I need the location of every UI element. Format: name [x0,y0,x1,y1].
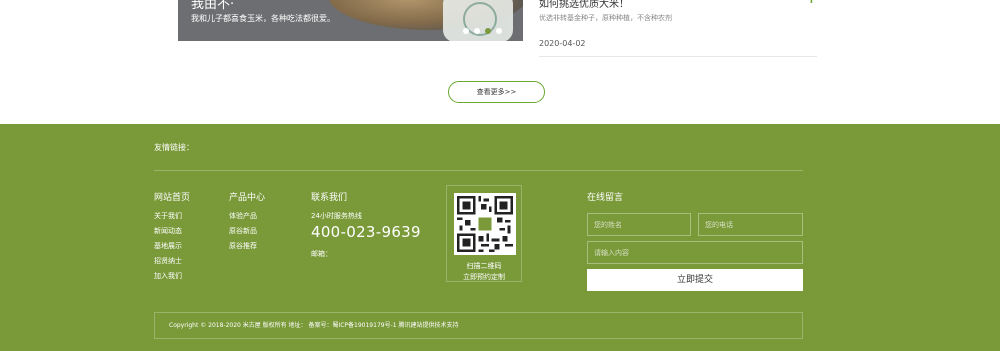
hotline-number: 400-023-9639 [311,223,421,241]
footer-link-base[interactable]: 基地展示 [154,241,190,251]
footer-nav-products: 产品中心 体验产品 原谷新品 原谷推荐 [229,190,265,256]
qr-code [454,193,516,255]
qr-code-icon [457,196,513,252]
carousel-dot-active[interactable] [485,28,491,34]
footer-link-news[interactable]: 新闻动态 [154,226,190,236]
footer-nav-home: 网站首页 关于我们 新闻动态 基地展示 招贤纳士 加入我们 [154,190,190,286]
carousel-dot[interactable] [474,28,480,34]
footer-heading-home[interactable]: 网站首页 [154,190,190,203]
plus-icon[interactable]: + [806,0,817,7]
qr-code-panel: 扫描二维码 立即预约定制 [446,185,522,282]
news-title[interactable]: 如何挑选优质大米！ [539,0,629,10]
message-form-title: 在线留言 [587,193,624,203]
phone-input[interactable] [698,213,803,236]
submit-button[interactable]: 立即提交 [587,269,803,291]
carousel-slide[interactable]: 我由不· 我和儿子都喜食玉米，各种吃法都很爱。 [178,0,523,41]
friend-links-label: 友情链接： [154,143,194,152]
hotline-label: 24小时服务热线 [311,212,362,220]
footer-heading-products[interactable]: 产品中心 [229,190,265,203]
carousel-dot[interactable] [463,28,469,34]
message-input[interactable] [587,241,803,264]
footer-link-new[interactable]: 原谷新品 [229,226,265,236]
name-input[interactable] [587,213,691,236]
copyright-bar: Copyright © 2018-2020 米古屋 版权所有 地址： 备案号：蜀… [154,312,803,339]
content-section: 我由不· 我和儿子都喜食玉米，各种吃法都很爱。 如何挑选优质大米！ + 优选非转… [0,0,1000,124]
footer-link-join[interactable]: 加入我们 [154,271,190,281]
footer-link-recommend[interactable]: 原谷推荐 [229,241,265,251]
qr-subcaption: 立即预约定制 [463,273,505,281]
footer-link-jobs[interactable]: 招贤纳士 [154,256,190,266]
divider [154,170,803,171]
footer-link-about[interactable]: 关于我们 [154,211,190,221]
qr-caption: 扫描二维码 [466,262,502,270]
footer-heading-contact[interactable]: 联系我们 [311,190,421,203]
carousel-dot[interactable] [496,28,502,34]
news-date: 2020-04-02 [539,39,586,48]
footer: 友情链接： 网站首页 关于我们 新闻动态 基地展示 招贤纳士 加入我们 产品中心… [0,124,1000,351]
email-label: 邮箱： [311,250,332,258]
slide-caption: 我和儿子都喜食玉米，各种吃法都很爱。 [191,14,335,23]
footer-link-trial[interactable]: 体验产品 [229,211,265,221]
footer-contact: 联系我们 24小时服务热线 400-023-9639 邮箱： [311,190,421,259]
carousel-dots [463,28,502,34]
news-summary: 优选非转基金种子，原种种植，不含种农剂 [539,14,672,22]
divider [539,56,817,57]
mascot-image [443,0,513,41]
slide-title: 我由不· [191,0,235,12]
view-more-button[interactable]: 查看更多>> [448,81,545,103]
